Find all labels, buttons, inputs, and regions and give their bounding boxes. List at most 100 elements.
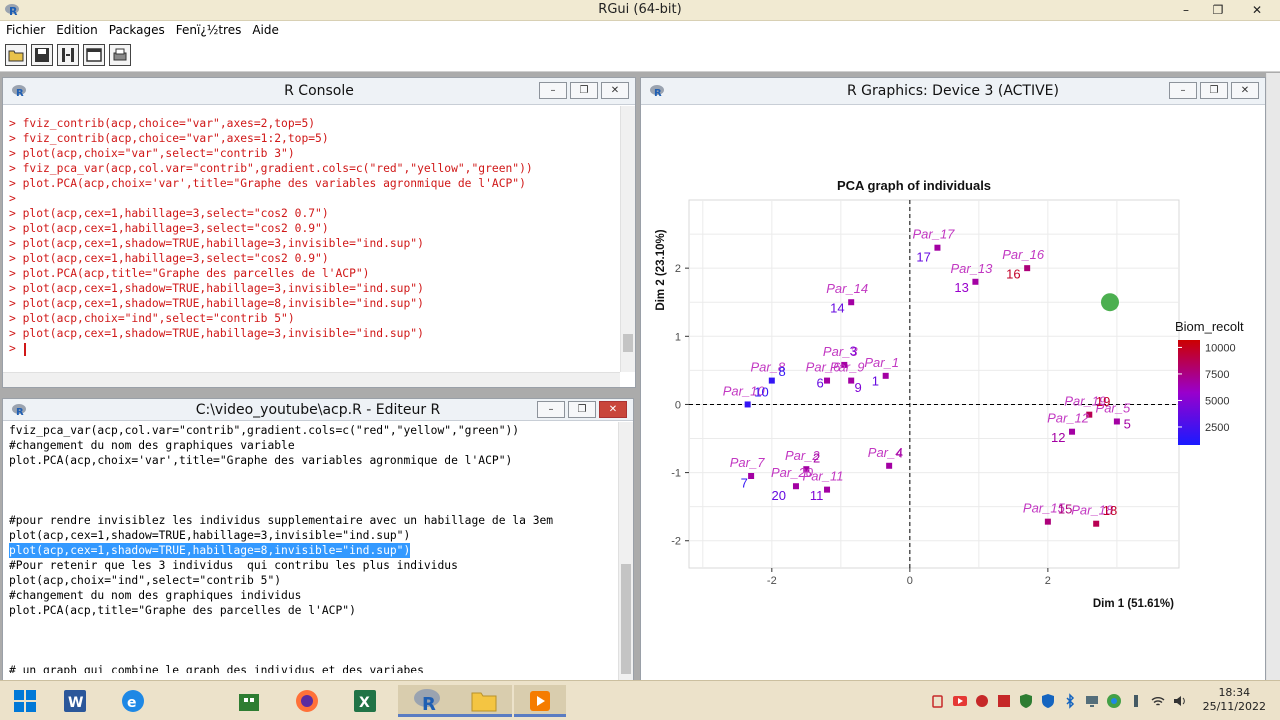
bluetooth-icon[interactable] <box>1062 693 1078 709</box>
point-number-label: 8 <box>779 364 786 379</box>
usb-icon[interactable] <box>1128 693 1144 709</box>
save-icon[interactable] <box>31 44 53 66</box>
window-icon[interactable] <box>83 44 105 66</box>
console-line: > plot(acp,cex=1,habillage=3,select="cos… <box>9 222 329 235</box>
chart-title: PCA graph of individuals <box>837 178 991 193</box>
menu-fenetres[interactable]: Fenï¿½tres <box>176 21 249 41</box>
menu-bar: Fichier Edition Packages Fenï¿½tres Aide <box>0 21 1280 41</box>
print-icon[interactable] <box>109 44 131 66</box>
y-tick-label: 1 <box>675 331 681 343</box>
legend-tick-label: 7500 <box>1205 369 1229 381</box>
legend-tick-label: 5000 <box>1205 395 1229 407</box>
data-point <box>744 401 751 408</box>
rgui-taskbar-icon[interactable]: R <box>398 685 456 717</box>
youtube-icon[interactable] <box>952 693 968 709</box>
point-label: Par_13 <box>950 261 993 276</box>
console-line: > plot(acp,cex=1,shadow=TRUE,habillage=3… <box>9 237 424 250</box>
selected-code-line[interactable]: plot(acp,cex=1,shadow=TRUE,habillage=8,i… <box>9 543 411 558</box>
menu-packages[interactable]: Packages <box>109 21 172 41</box>
clock-date: 25/11/2022 <box>1202 700 1266 713</box>
y-tick-label: 2 <box>675 263 681 275</box>
console-output[interactable]: > fviz_contrib(acp,choice="var",axes=2,t… <box>9 116 614 356</box>
editor-line: plot.PCA(acp,choix='var',title="Graphe d… <box>9 454 513 467</box>
acrobat-icon[interactable] <box>996 693 1012 709</box>
console-line: > plot(acp,choix="ind",select="contrib 5… <box>9 312 295 325</box>
windows-start-icon[interactable] <box>0 685 50 717</box>
editor-minimize-button[interactable]: – <box>537 401 565 418</box>
app-titlebar: R RGui (64-bit) – ❐ ✕ <box>0 0 1280 21</box>
y-axis-label: Dim 2 (23.10%) <box>655 229 667 310</box>
console-restore-button[interactable]: ❐ <box>570 82 598 99</box>
graphics-restore-button[interactable]: ❐ <box>1200 82 1228 99</box>
data-point <box>1093 520 1100 527</box>
svg-text:X: X <box>359 695 370 711</box>
toolbar <box>0 41 1280 72</box>
point-number-label: 19 <box>1096 394 1110 409</box>
legend-tick-label: 2500 <box>1205 422 1229 434</box>
x-tick-label: -2 <box>767 575 777 587</box>
media-player-icon[interactable] <box>514 685 566 717</box>
chrome-icon[interactable] <box>1106 693 1122 709</box>
point-number-label: 20 <box>771 488 785 503</box>
editor-restore-button[interactable]: ❐ <box>568 401 596 418</box>
editor-text-area[interactable]: fviz_pca_var(acp,col.var="contrib",gradi… <box>9 423 619 673</box>
record-icon[interactable] <box>974 693 990 709</box>
y-tick-label: -1 <box>671 468 681 480</box>
point-number-label: 13 <box>954 280 968 295</box>
volume-icon[interactable] <box>1172 693 1188 709</box>
minimize-button[interactable]: – <box>1170 0 1202 21</box>
editor-vertical-scrollbar[interactable] <box>618 422 633 681</box>
main-vertical-scrollbar[interactable] <box>1266 73 1280 680</box>
console-close-button[interactable]: ✕ <box>601 82 629 99</box>
svg-text:R: R <box>422 694 436 713</box>
menu-aide[interactable]: Aide <box>252 21 286 41</box>
graphics-close-button[interactable]: ✕ <box>1231 82 1259 99</box>
point-number-label: 10 <box>754 384 768 399</box>
point-label: Par_9 <box>830 360 865 375</box>
r-console-window: R R Console – ❐ ✕ > fviz_contrib(acp,cho… <box>2 77 636 388</box>
console-vertical-scrollbar[interactable] <box>620 106 635 372</box>
data-point <box>1113 418 1120 425</box>
load-workspace-icon[interactable] <box>57 44 79 66</box>
maximize-button[interactable]: ❐ <box>1202 0 1234 21</box>
menu-fichier[interactable]: Fichier <box>6 21 52 41</box>
console-line: > plot(acp,cex=1,shadow=TRUE,habillage=3… <box>9 282 424 295</box>
graphics-minimize-button[interactable]: – <box>1169 82 1197 99</box>
file-explorer-icon[interactable] <box>456 685 512 717</box>
console-line: > fviz_contrib(acp,choice="var",axes=2,t… <box>9 117 316 130</box>
point-number-label: 4 <box>896 446 903 461</box>
editor-line: #Pour retenir que les 3 individus qui co… <box>9 559 458 572</box>
system-clock[interactable]: 18:34 25/11/2022 <box>1203 686 1266 714</box>
y-tick-label: -2 <box>671 536 681 548</box>
point-number-label: 3 <box>850 343 857 358</box>
data-point <box>934 244 941 251</box>
console-minimize-button[interactable]: – <box>539 82 567 99</box>
open-folder-icon[interactable] <box>5 44 27 66</box>
point-number-label: 17 <box>916 249 930 264</box>
edge-icon[interactable]: e <box>108 685 158 717</box>
point-number-label: 1 <box>872 373 879 388</box>
point-label: Par_14 <box>826 281 868 296</box>
store-icon[interactable] <box>224 685 274 717</box>
word-icon[interactable]: W <box>50 685 100 717</box>
security-icon[interactable] <box>1040 693 1056 709</box>
editor-line: #changement du nom des graphiques indivi… <box>9 589 302 602</box>
point-number-label: 15 <box>1058 501 1072 516</box>
wifi-icon[interactable] <box>1150 693 1166 709</box>
editor-close-button[interactable]: ✕ <box>599 401 627 418</box>
shield-icon[interactable] <box>1018 693 1034 709</box>
menu-edition[interactable]: Edition <box>56 21 105 41</box>
excel-icon[interactable]: X <box>340 685 390 717</box>
battery-icon[interactable] <box>930 693 946 709</box>
console-line: > <box>9 192 16 205</box>
data-point <box>848 377 855 384</box>
close-button[interactable]: ✕ <box>1234 0 1280 21</box>
console-line: > plot.PCA(acp,choix='var',title="Graphe… <box>9 177 526 190</box>
firefox-icon[interactable] <box>282 685 332 717</box>
editor-line: plot(acp,cex=1,shadow=TRUE,habillage=3,i… <box>9 529 411 542</box>
editor-line: fviz_pca_var(acp,col.var="contrib",gradi… <box>9 424 520 437</box>
console-horizontal-scrollbar[interactable] <box>3 372 620 387</box>
network-icon[interactable] <box>1084 693 1100 709</box>
